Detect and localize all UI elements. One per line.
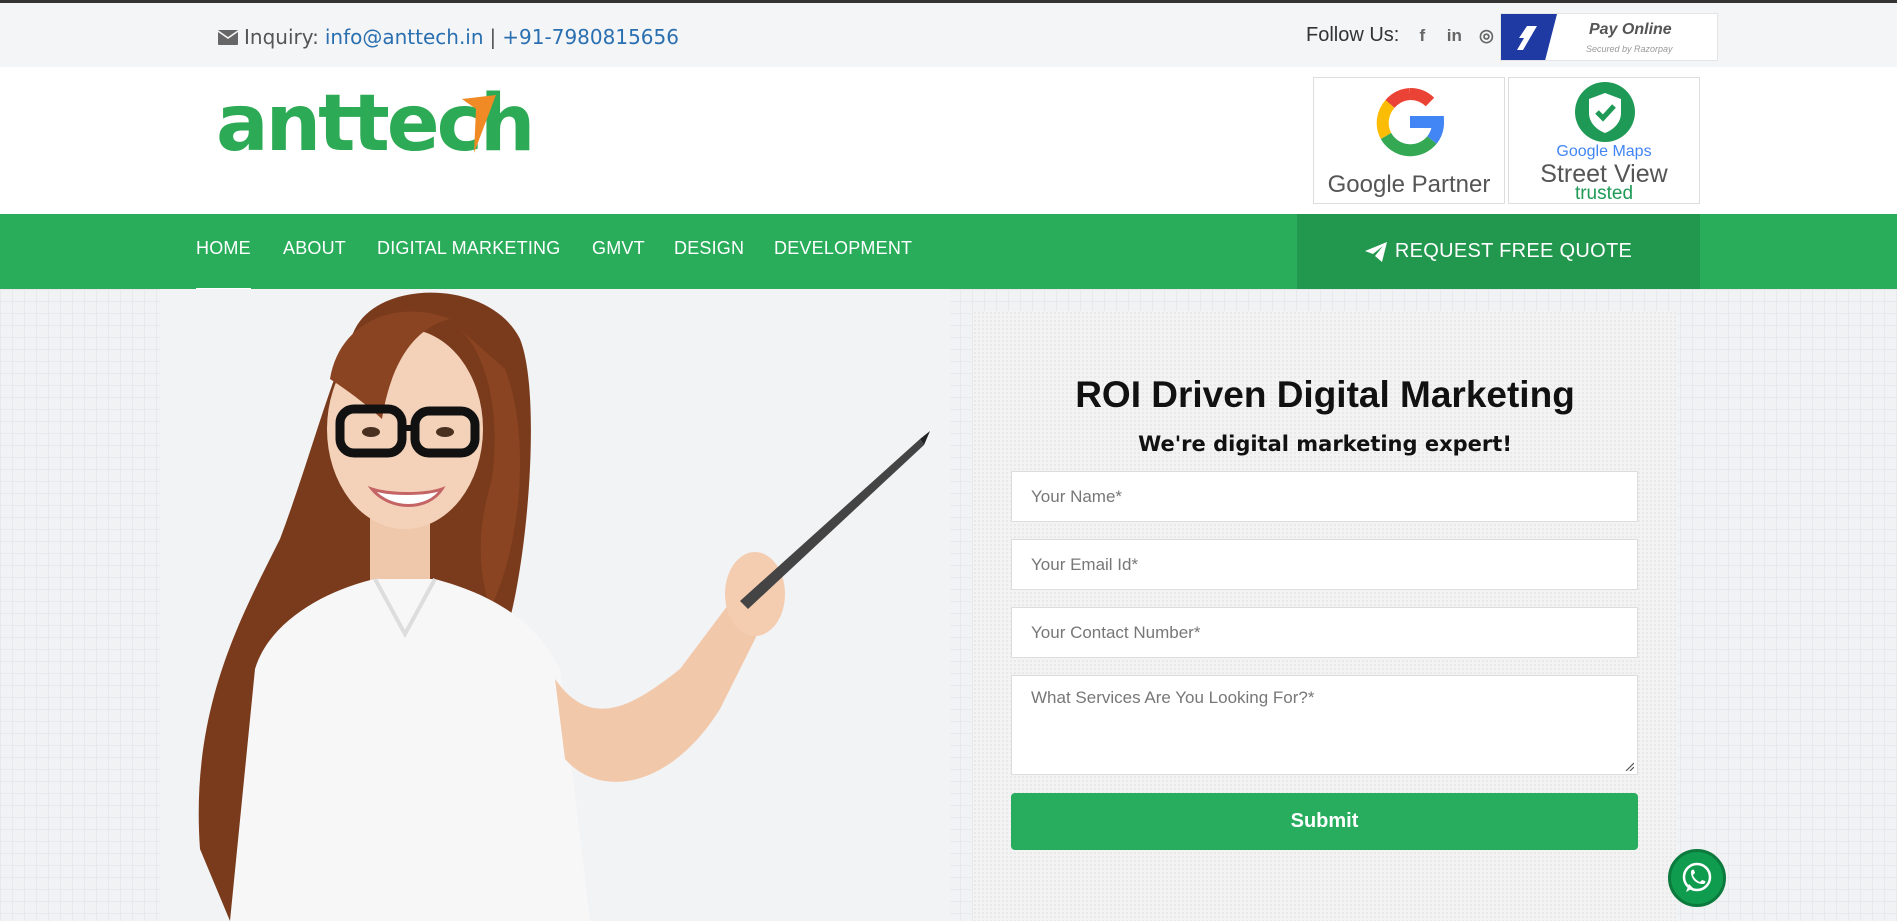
submit-button[interactable]: Submit: [1011, 793, 1638, 850]
services-textarea[interactable]: [1012, 676, 1637, 774]
name-input[interactable]: [1012, 472, 1637, 521]
resize-handle-icon[interactable]: [1624, 761, 1634, 771]
hero-image: [160, 289, 950, 921]
google-partner-badge[interactable]: Google Partner: [1313, 77, 1505, 204]
logo-triangle-icon: [462, 95, 496, 153]
quote-form-panel: ROI Driven Digital Marketing We're digit…: [973, 311, 1677, 921]
nav-item-gmvt[interactable]: GMVT: [592, 238, 645, 259]
google-g-icon: [1376, 88, 1444, 157]
street-view-google-maps: Google Maps: [1556, 143, 1652, 160]
phone-link[interactable]: +91-7980815656: [502, 25, 679, 49]
site-header: anttech Google Partner Google Maps Stree…: [0, 67, 1897, 214]
services-field-wrapper: [1011, 675, 1638, 775]
follow-us: Follow Us: f in ◎: [1306, 24, 1495, 47]
request-quote-button[interactable]: REQUEST FREE QUOTE: [1297, 214, 1700, 289]
razorpay-icon: [1501, 14, 1557, 60]
whatsapp-icon: [1682, 862, 1712, 892]
street-view-trusted: trusted: [1574, 183, 1634, 204]
form-subtitle: We're digital marketing expert!: [1138, 432, 1512, 456]
top-bar: Inquiry: info@anttech.in | +91-798081565…: [0, 0, 1897, 67]
request-quote-label: REQUEST FREE QUOTE: [1394, 240, 1633, 262]
linkedin-icon[interactable]: in: [1445, 26, 1463, 46]
nav-item-development[interactable]: DEVELOPMENT: [774, 238, 912, 259]
phone-input[interactable]: [1012, 608, 1637, 657]
pay-online-subtitle: Secured by Razorpay: [1586, 44, 1673, 54]
whatsapp-button[interactable]: [1668, 849, 1726, 907]
pay-online-title: Pay Online: [1589, 21, 1672, 38]
facebook-icon[interactable]: f: [1413, 26, 1431, 46]
pay-online-button[interactable]: Pay Online Secured by Razorpay: [1500, 13, 1718, 61]
name-field-wrapper: [1011, 471, 1638, 522]
follow-label: Follow Us:: [1306, 24, 1400, 46]
shield-check-icon: [1575, 82, 1635, 142]
email-link[interactable]: info@anttech.in: [325, 25, 484, 49]
phone-field-wrapper: [1011, 607, 1638, 658]
woman-with-pen-illustration: [198, 292, 930, 921]
google-partner-caption: Google Partner: [1327, 171, 1491, 198]
nav-item-digital-marketing[interactable]: DIGITAL MARKETING: [377, 238, 560, 259]
email-input[interactable]: [1012, 540, 1637, 589]
paper-plane-icon: [1364, 241, 1387, 262]
nav-item-home[interactable]: HOME: [196, 238, 251, 292]
nav-item-about[interactable]: ABOUT: [283, 238, 346, 259]
inquiry-label: Inquiry:: [244, 25, 319, 49]
email-field-wrapper: [1011, 539, 1638, 590]
envelope-icon: [218, 29, 238, 45]
inquiry-separator: |: [489, 25, 497, 49]
nav-item-design[interactable]: DESIGN: [674, 238, 744, 259]
hero-section: ROI Driven Digital Marketing We're digit…: [0, 289, 1897, 921]
instagram-icon[interactable]: ◎: [1477, 26, 1495, 46]
street-view-badge[interactable]: Google Maps Street View trusted: [1508, 77, 1700, 204]
main-nav: HOME ABOUT DIGITAL MARKETING GMVT DESIGN…: [0, 214, 1897, 292]
form-title: ROI Driven Digital Marketing: [1075, 374, 1575, 415]
inquiry-info: Inquiry: info@anttech.in | +91-798081565…: [218, 25, 679, 49]
